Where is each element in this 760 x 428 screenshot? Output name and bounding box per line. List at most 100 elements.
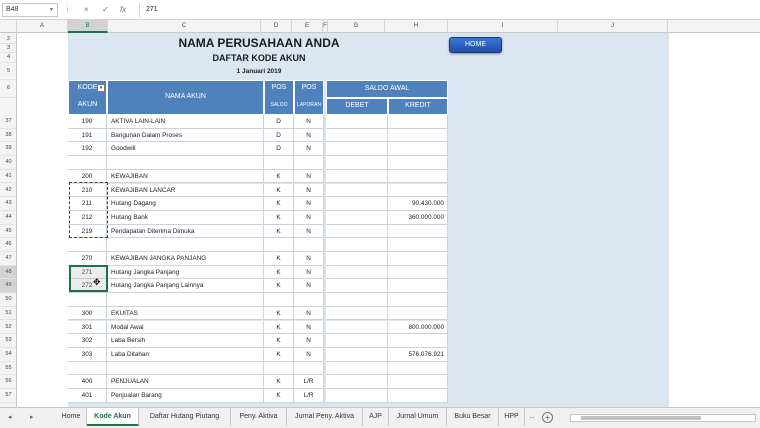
nama-akun-cell[interactable]: KEWAJIBAN xyxy=(107,169,264,184)
kode-akun-cell[interactable] xyxy=(68,361,107,376)
kredit-cell[interactable] xyxy=(388,375,448,389)
kredit-cell[interactable]: 576.076.921 xyxy=(388,347,448,362)
kredit-cell[interactable] xyxy=(388,279,448,294)
tab-hpp[interactable]: HPP xyxy=(499,408,525,426)
home-button[interactable]: HOME xyxy=(449,37,502,53)
pos-laporan-cell[interactable] xyxy=(294,293,324,307)
row-header[interactable]: 44 xyxy=(0,211,16,225)
debet-cell[interactable] xyxy=(326,156,388,170)
pos-laporan-cell[interactable]: L/R xyxy=(294,375,324,389)
pos-laporan-cell[interactable]: N xyxy=(294,197,324,211)
pos-saldo-cell[interactable] xyxy=(264,238,294,252)
tab-more[interactable]: ... xyxy=(525,408,539,426)
pos-saldo-cell[interactable]: K xyxy=(264,210,294,225)
name-box[interactable]: B48 ▼ xyxy=(2,3,58,17)
column-header-j[interactable]: J xyxy=(558,20,668,33)
pos-saldo-cell[interactable]: K xyxy=(264,306,294,321)
tab-prev-icon[interactable]: ◂ xyxy=(8,411,12,425)
tab-buku-besar[interactable]: Buku Besar xyxy=(447,408,499,426)
nama-akun-cell[interactable] xyxy=(107,361,264,376)
debet-cell[interactable] xyxy=(326,224,388,239)
pos-saldo-cell[interactable]: D xyxy=(264,142,294,157)
tab-ajp[interactable]: AJP xyxy=(363,408,389,426)
kode-akun-cell[interactable]: 190 xyxy=(68,115,107,129)
pos-saldo-cell[interactable]: K xyxy=(264,265,294,280)
column-header-i[interactable]: I xyxy=(448,20,558,33)
pos-laporan-cell[interactable]: N xyxy=(294,128,324,143)
worksheet[interactable]: NAMA PERUSAHAAN ANDA DAFTAR KODE AKUN 1 … xyxy=(17,33,760,407)
tab-peny-aktiva[interactable]: Peny. Aktiva xyxy=(231,408,287,426)
tab-kode-akun[interactable]: Kode Akun xyxy=(87,408,139,426)
kode-akun-cell[interactable]: 191 xyxy=(68,128,107,143)
pos-saldo-cell[interactable]: K xyxy=(264,197,294,211)
kredit-cell[interactable] xyxy=(388,169,448,184)
row-header[interactable]: 51 xyxy=(0,307,16,321)
row-header[interactable]: 39 xyxy=(0,142,16,157)
pos-laporan-cell[interactable]: N xyxy=(294,142,324,157)
kredit-cell[interactable]: 360.000.000 xyxy=(388,210,448,225)
kode-akun-cell[interactable]: 219 xyxy=(68,224,107,239)
tab-next-icon[interactable]: ▸ xyxy=(30,411,34,425)
kredit-cell[interactable] xyxy=(388,115,448,129)
row-header[interactable]: 5 xyxy=(0,63,16,81)
nama-akun-cell[interactable]: Bangunan Dalam Proses xyxy=(107,128,264,143)
kode-akun-cell[interactable]: 192 xyxy=(68,142,107,157)
pos-saldo-cell[interactable]: K xyxy=(264,347,294,362)
pos-saldo-cell[interactable]: K xyxy=(264,252,294,266)
kredit-cell[interactable] xyxy=(388,389,448,403)
pos-laporan-cell[interactable]: N xyxy=(294,265,324,280)
nama-akun-cell[interactable]: Hutang Bank xyxy=(107,210,264,225)
kode-akun-cell[interactable]: 200 xyxy=(68,169,107,184)
pos-laporan-cell[interactable]: N xyxy=(294,115,324,129)
column-header-d[interactable]: D xyxy=(261,20,292,33)
debet-cell[interactable] xyxy=(326,197,388,211)
pos-saldo-cell[interactable]: K xyxy=(264,224,294,239)
kode-akun-cell[interactable] xyxy=(68,156,107,170)
debet-cell[interactable] xyxy=(326,279,388,294)
formula-input[interactable]: 271 xyxy=(139,3,757,17)
cancel-icon[interactable]: × xyxy=(84,3,89,17)
kode-akun-cell[interactable]: 400 xyxy=(68,375,107,389)
kode-akun-cell[interactable]: 300 xyxy=(68,306,107,321)
pos-saldo-cell[interactable]: K xyxy=(264,169,294,184)
pos-laporan-cell[interactable]: N xyxy=(294,224,324,239)
row-header[interactable]: 57 xyxy=(0,389,16,403)
row-header[interactable]: 40 xyxy=(0,156,16,170)
nama-akun-cell[interactable]: Hutang Jangka Panjang xyxy=(107,265,264,280)
pos-laporan-cell[interactable]: N xyxy=(294,169,324,184)
kode-akun-cell[interactable]: 303 xyxy=(68,347,107,362)
kode-akun-cell[interactable]: 210 xyxy=(68,183,107,198)
tab-jurnal-peny-aktiva[interactable]: Jurnal Peny. Aktiva xyxy=(287,408,363,426)
row-header[interactable]: 41 xyxy=(0,170,16,184)
kredit-cell[interactable]: 800.000.000 xyxy=(388,320,448,335)
kredit-cell[interactable] xyxy=(388,306,448,321)
pos-laporan-cell[interactable]: N xyxy=(294,347,324,362)
pos-laporan-cell[interactable]: L/R xyxy=(294,389,324,403)
column-header-g[interactable]: G xyxy=(328,20,385,33)
debet-cell[interactable] xyxy=(326,293,388,307)
nama-akun-cell[interactable] xyxy=(107,293,264,307)
row-header[interactable]: 55 xyxy=(0,362,16,376)
column-header-c[interactable]: C xyxy=(108,20,261,33)
nama-akun-cell[interactable]: Hutang Dagang xyxy=(107,197,264,211)
pos-saldo-cell[interactable] xyxy=(264,156,294,170)
tab-daftar-hutang-piutang[interactable]: Daftar Hutang Piutang xyxy=(139,408,231,426)
pos-laporan-cell[interactable]: N xyxy=(294,210,324,225)
filter-dropdown-icon[interactable]: ▾ xyxy=(97,84,105,92)
debet-cell[interactable] xyxy=(326,128,388,143)
fx-icon[interactable]: fx xyxy=(120,3,126,17)
kredit-cell[interactable] xyxy=(388,334,448,348)
row-header[interactable]: 53 xyxy=(0,334,16,348)
pos-laporan-cell[interactable]: N xyxy=(294,183,324,198)
add-sheet-icon[interactable]: + xyxy=(542,412,553,423)
kode-akun-cell[interactable]: 301 xyxy=(68,320,107,335)
enter-icon[interactable]: ✓ xyxy=(102,3,109,17)
kredit-cell[interactable] xyxy=(388,293,448,307)
kredit-cell[interactable] xyxy=(388,183,448,198)
pos-saldo-cell[interactable]: D xyxy=(264,115,294,129)
pos-laporan-cell[interactable]: N xyxy=(294,334,324,348)
kode-akun-cell[interactable]: 212 xyxy=(68,210,107,225)
pos-laporan-cell[interactable]: N xyxy=(294,320,324,335)
debet-cell[interactable] xyxy=(326,265,388,280)
pos-laporan-cell[interactable]: N xyxy=(294,306,324,321)
